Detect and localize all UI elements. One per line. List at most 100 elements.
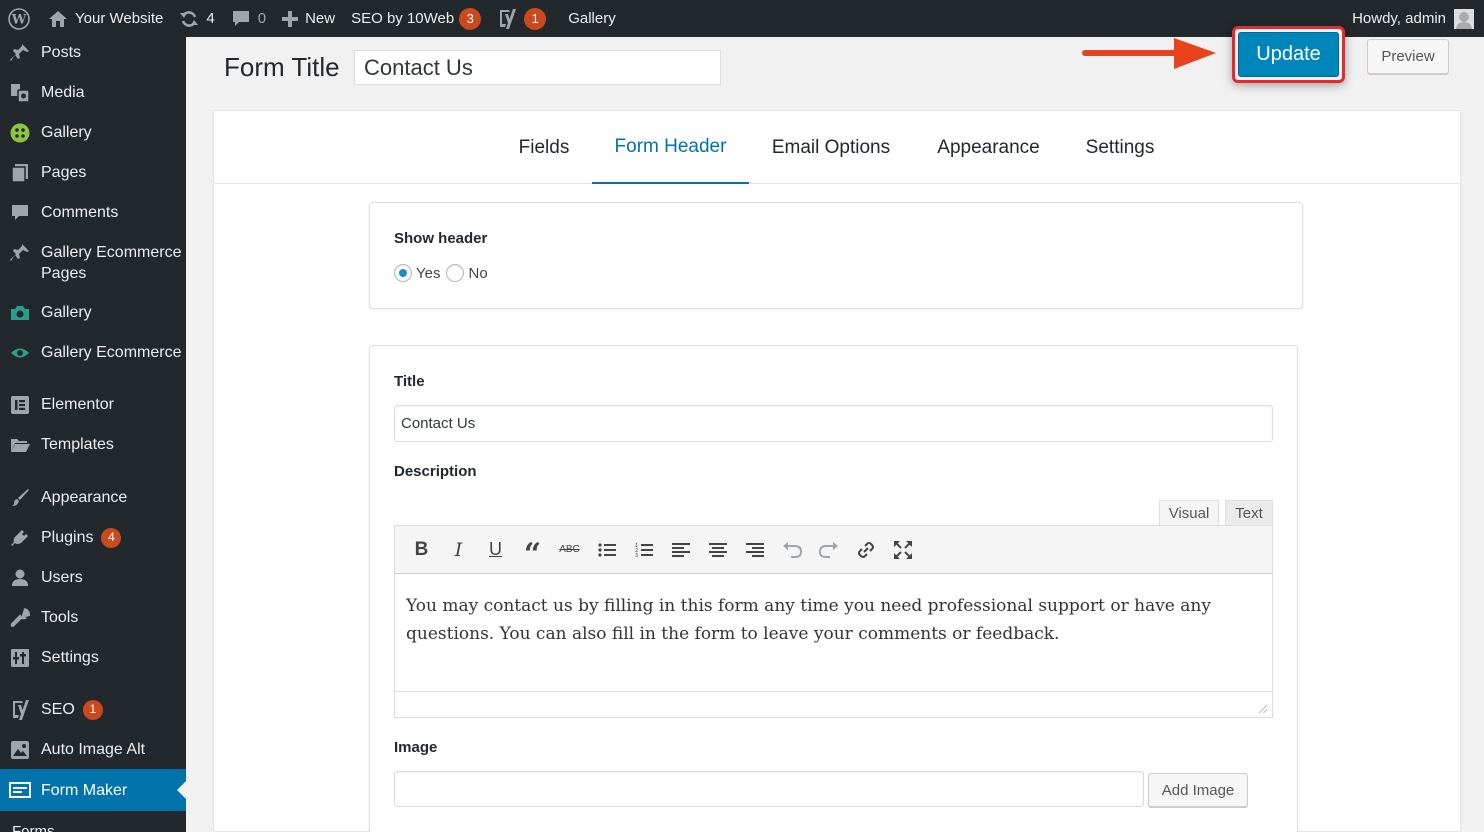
sidebar-item-form-maker[interactable]: Form Maker [0, 769, 186, 811]
editor-toolbar: B I U “ ABC 123 [394, 525, 1273, 574]
tab-email-options[interactable]: Email Options [761, 111, 901, 184]
pages-icon [9, 162, 31, 184]
yoast-link[interactable]: 1 [489, 0, 554, 37]
wordpress-icon: W [8, 7, 30, 30]
resize-handle-icon[interactable] [1258, 704, 1267, 713]
comments-icon [9, 202, 31, 224]
editor-statusbar [394, 691, 1273, 718]
title-input[interactable]: Contact Us [394, 405, 1273, 442]
radio-yes[interactable] [394, 264, 412, 282]
sidebar-item-gallery-ecommerce[interactable]: Gallery Ecommerce [0, 342, 186, 364]
yoast-icon [497, 8, 517, 30]
sidebar-item-settings[interactable]: Settings [0, 647, 186, 669]
comments-link[interactable]: 0 [223, 0, 274, 37]
account-menu[interactable]: Howdy, admin [1352, 8, 1484, 29]
align-left-icon[interactable] [662, 535, 699, 565]
pushpin-icon [9, 242, 31, 264]
strikethrough-icon[interactable]: ABC [551, 535, 588, 565]
sidebar-item-auto-image-alt[interactable]: Auto Image Alt [0, 739, 186, 761]
plugins-badge: 4 [101, 527, 122, 548]
gallery-icon [9, 122, 31, 144]
image-url-input[interactable] [394, 771, 1144, 807]
wordpress-logo[interactable]: W [0, 0, 40, 37]
add-image-button[interactable]: Add Image [1148, 773, 1248, 807]
avatar [1454, 8, 1474, 29]
sidebar-item-elementor[interactable]: Elementor [0, 394, 186, 416]
update-button[interactable]: Update [1238, 32, 1339, 77]
radio-no[interactable] [446, 264, 465, 282]
plus-icon [282, 10, 299, 27]
blockquote-icon[interactable]: “ [514, 535, 551, 572]
sidebar-item-label: Gallery Ecommerce Pages [41, 244, 182, 282]
form-title-input[interactable] [354, 50, 721, 85]
sidebar-item-appearance[interactable]: Appearance [0, 487, 186, 509]
svg-text:3: 3 [635, 553, 638, 558]
sidebar-item-label: Settings [41, 649, 99, 666]
sidebar-item-gallery[interactable]: Gallery [0, 122, 186, 144]
tab-settings[interactable]: Settings [1076, 111, 1164, 184]
seo-plugin-link[interactable]: SEO by 10Web 3 [343, 0, 489, 37]
sidebar-item-seo[interactable]: SEO 1 [0, 699, 186, 721]
radio-yes-label: Yes [416, 264, 441, 282]
tab-form-header[interactable]: Form Header [592, 111, 749, 184]
sidebar-item-label: Comments [41, 204, 119, 221]
sidebar-item-templates[interactable]: Templates [0, 434, 186, 456]
new-content-link[interactable]: New [274, 0, 343, 37]
link-icon[interactable] [847, 535, 884, 565]
sidebar-item-comments[interactable]: Comments [0, 202, 186, 224]
sidebar-item-plugins[interactable]: Plugins 4 [0, 527, 186, 549]
gallery-link[interactable]: Gallery [554, 0, 624, 37]
sidebar-item-label: Templates [41, 436, 114, 453]
sidebar-item-media[interactable]: Media [0, 82, 186, 104]
eye-icon [9, 342, 31, 364]
sidebar-item-users[interactable]: Users [0, 567, 186, 589]
underline-icon[interactable]: U [477, 535, 514, 565]
sidebar-item-posts[interactable]: Posts [0, 42, 186, 64]
preview-button[interactable]: Preview [1367, 39, 1449, 74]
numbered-list-icon[interactable]: 123 [625, 535, 662, 565]
form-title-label: Form Title [224, 52, 340, 82]
pushpin-icon [9, 42, 31, 64]
align-right-icon[interactable] [736, 535, 773, 565]
brush-icon [9, 487, 31, 509]
settings-icon [9, 647, 31, 669]
redo-icon[interactable] [810, 535, 847, 565]
updates-link[interactable]: 4 [171, 0, 222, 37]
editor-tab-text[interactable]: Text [1225, 500, 1273, 526]
seo-plugin-label: SEO by 10Web [351, 10, 455, 27]
description-editor[interactable]: You may contact us by filling in this fo… [394, 574, 1273, 692]
tab-appearance[interactable]: Appearance [925, 111, 1052, 184]
sidebar-item-label: Posts [41, 44, 82, 61]
sidebar-item-gallery-2[interactable]: Gallery [0, 302, 186, 324]
sidebar-item-label: Gallery [41, 124, 92, 141]
comment-icon [231, 10, 251, 28]
undo-icon[interactable] [773, 535, 810, 565]
sidebar-item-label: Gallery Ecommerce [41, 344, 182, 361]
fullscreen-icon[interactable] [884, 535, 921, 565]
gallery-label: Gallery [568, 10, 616, 27]
yoast-badge: 1 [524, 7, 547, 30]
tab-fields[interactable]: Fields [496, 111, 592, 184]
sidebar-item-label: Form Maker [41, 781, 128, 799]
show-header-label: Show header [394, 230, 488, 247]
site-name-link[interactable]: Your Website [40, 0, 171, 37]
italic-icon[interactable]: I [440, 535, 477, 565]
sidebar-item-label: Tools [41, 609, 79, 626]
seo-badge: 1 [82, 699, 103, 720]
sidebar-item-label-wrap: SEO 1 [41, 699, 186, 720]
editor-tab-visual[interactable]: Visual [1159, 500, 1219, 526]
users-icon [9, 567, 31, 589]
sidebar-item-pages[interactable]: Pages [0, 162, 186, 184]
align-center-icon[interactable] [699, 535, 736, 565]
sidebar-subitem-forms[interactable]: Forms [12, 823, 55, 832]
bold-icon[interactable]: B [403, 535, 440, 565]
sidebar-item-tools[interactable]: Tools [0, 607, 186, 629]
sidebar-item-label: Auto Image Alt [41, 741, 146, 758]
new-label: New [305, 10, 336, 27]
seo-plugin-badge: 3 [459, 7, 482, 30]
home-icon [48, 10, 68, 28]
bullet-list-icon[interactable] [588, 535, 625, 565]
sidebar-item-gallery-ecommerce-pages[interactable]: Gallery Ecommerce Pages [0, 242, 186, 284]
update-button-highlight: Update [1232, 26, 1345, 83]
elementor-icon [9, 394, 31, 416]
